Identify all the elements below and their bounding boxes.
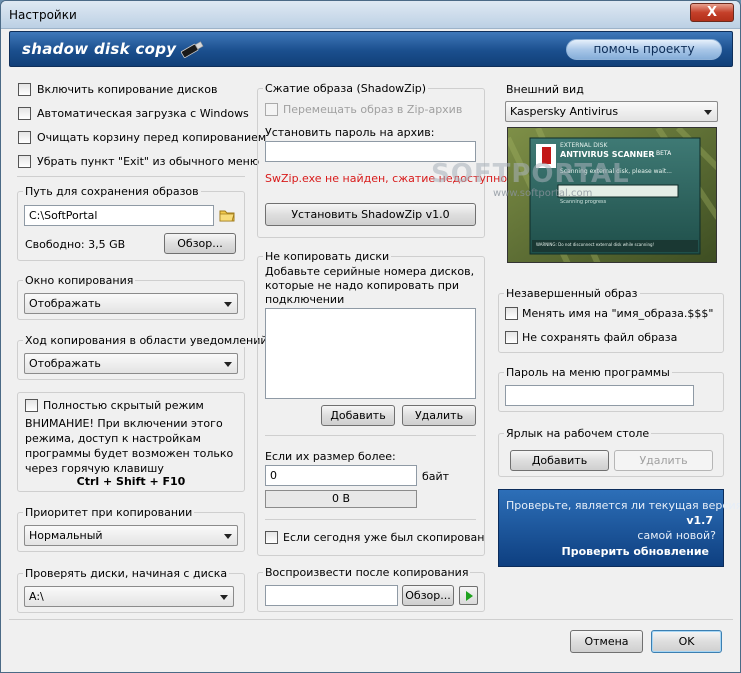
serial-numbers-list[interactable] bbox=[265, 308, 476, 399]
sound-browse-button[interactable]: Обзор... bbox=[402, 585, 454, 606]
no-copy-description: Добавьте серийные номера дисков, которые… bbox=[265, 265, 475, 306]
preview-beta: BETA bbox=[656, 150, 672, 157]
shortcut-remove-button[interactable]: Удалить bbox=[614, 450, 713, 471]
hidden-mode-hotkey: Ctrl + Shift + F10 bbox=[76, 475, 186, 488]
serial-add-button[interactable]: Добавить bbox=[321, 405, 395, 426]
enable-copy-label: Включить копирование дисков bbox=[37, 83, 218, 96]
play-icon[interactable] bbox=[459, 586, 478, 605]
clear-recycle-checkbox[interactable] bbox=[18, 131, 31, 144]
cancel-button[interactable]: Отмена bbox=[570, 630, 643, 653]
dont-save-incomplete-label: Не сохранять файл образа bbox=[522, 331, 678, 344]
size-limit-input[interactable]: 0 bbox=[265, 465, 417, 486]
appearance-title: Внешний вид bbox=[506, 83, 584, 96]
check-update-button[interactable]: Проверить обновление bbox=[562, 545, 709, 558]
play-after-title: Воспроизвести после копирования bbox=[263, 566, 471, 579]
preview-small-title: EXTERNAL DISK bbox=[560, 142, 608, 149]
size-limit-label: Если их размер более: bbox=[265, 450, 396, 463]
window-title: Настройки bbox=[9, 8, 77, 22]
usb-drive-icon bbox=[180, 41, 204, 58]
priority-select[interactable]: Нормальный bbox=[24, 525, 238, 546]
preview-progress-label: Scanning progress bbox=[560, 199, 607, 205]
hidden-mode-checkbox[interactable] bbox=[25, 399, 38, 412]
shortcut-add-button[interactable]: Добавить bbox=[510, 450, 609, 471]
chevron-down-icon bbox=[224, 302, 232, 307]
incomplete-group: Незавершенный образ bbox=[498, 287, 724, 353]
dont-save-incomplete-checkbox[interactable] bbox=[505, 331, 518, 344]
tray-progress-select[interactable]: Отображать bbox=[24, 353, 238, 374]
priority-value: Нормальный bbox=[29, 529, 103, 542]
enable-copy-checkbox[interactable] bbox=[18, 83, 31, 96]
check-from-title: Проверять диски, начиная с диска bbox=[23, 567, 230, 580]
size-unit-label: байт bbox=[422, 470, 450, 483]
app-logo: shadow disk copy bbox=[22, 40, 177, 58]
free-space-label: Свободно: 3,5 GB bbox=[25, 238, 126, 251]
close-button[interactable]: X bbox=[690, 3, 734, 22]
menu-password-title: Пароль на меню программы bbox=[504, 366, 672, 379]
update-question: Проверьте, является ли текущая версия bbox=[506, 499, 741, 512]
copy-window-select[interactable]: Отображать bbox=[24, 293, 238, 314]
clear-recycle-label: Очищать корзину перед копированием bbox=[37, 131, 267, 144]
preview-main-title: ANTIVIRUS SCANNER bbox=[560, 150, 655, 159]
remove-exit-checkbox[interactable] bbox=[18, 155, 31, 168]
incomplete-title: Незавершенный образ bbox=[504, 287, 640, 300]
watermark-logo: SOFTPORTAL bbox=[431, 159, 630, 189]
settings-window: Настройки X shadow disk copy помочь прое… bbox=[0, 0, 741, 673]
title-bar[interactable]: Настройки X bbox=[1, 1, 740, 29]
save-path-input[interactable]: C:\SoftPortal bbox=[24, 205, 214, 226]
size-display: 0 B bbox=[265, 490, 417, 508]
serial-remove-button[interactable]: Удалить bbox=[402, 405, 476, 426]
rename-incomplete-checkbox[interactable] bbox=[505, 307, 518, 320]
priority-title: Приоритет при копировании bbox=[23, 506, 195, 519]
already-copied-checkbox[interactable] bbox=[265, 531, 278, 544]
copy-window-value: Отображать bbox=[29, 297, 101, 310]
ok-button[interactable]: OK bbox=[651, 630, 722, 653]
menu-password-input[interactable] bbox=[505, 385, 694, 406]
tray-progress-title: Ход копирования в области уведомлений bbox=[23, 334, 270, 347]
hidden-mode-label: Полностью скрытый режим bbox=[43, 399, 204, 412]
install-shadowzip-button[interactable]: Установить ShadowZip v1.0 bbox=[265, 203, 476, 226]
move-to-zip-label: Перемещать образ в Zip-архив bbox=[283, 103, 463, 116]
rename-incomplete-label: Менять имя на "имя_образа.$$$" bbox=[522, 307, 714, 320]
help-project-button[interactable]: помочь проекту bbox=[566, 39, 722, 60]
shadowzip-title: Сжатие образа (ShadowZip) bbox=[263, 82, 429, 95]
hidden-mode-warning: ВНИМАНИЕ! При включении этого режима, до… bbox=[25, 417, 234, 475]
divider bbox=[17, 176, 245, 177]
watermark-url: www.softportal.com bbox=[493, 188, 593, 199]
chevron-down-icon bbox=[220, 595, 228, 600]
save-path-browse-button[interactable]: Обзор... bbox=[164, 233, 236, 254]
divider bbox=[265, 519, 476, 520]
remove-exit-label: Убрать пункт "Exit" из обычного меню bbox=[37, 155, 260, 168]
save-path-title: Путь для сохранения образов bbox=[23, 185, 201, 198]
check-from-select[interactable]: A:\ bbox=[24, 586, 234, 607]
chevron-down-icon bbox=[704, 110, 712, 115]
archive-password-label: Установить пароль на архив: bbox=[265, 126, 435, 139]
divider bbox=[265, 435, 476, 436]
footer-divider bbox=[9, 619, 733, 620]
update-version: v1.7 bbox=[686, 514, 713, 527]
check-from-value: A:\ bbox=[29, 590, 44, 603]
tray-progress-value: Отображать bbox=[29, 357, 101, 370]
appearance-value: Kaspersky Antivirus bbox=[510, 105, 619, 118]
preview-warning: WARNING: Do not disconnect external disk… bbox=[536, 242, 655, 247]
no-copy-title: Не копировать диски bbox=[263, 250, 392, 263]
appearance-select[interactable]: Kaspersky Antivirus bbox=[505, 101, 718, 122]
chevron-down-icon bbox=[224, 362, 232, 367]
folder-icon[interactable] bbox=[218, 206, 236, 224]
sound-file-input[interactable] bbox=[265, 585, 398, 606]
already-copied-label: Если сегодня уже был скопирован bbox=[283, 531, 485, 544]
app-banner: shadow disk copy помочь проекту bbox=[9, 31, 733, 67]
copy-window-title: Окно копирования bbox=[23, 274, 136, 287]
autoload-checkbox[interactable] bbox=[18, 107, 31, 120]
chevron-down-icon bbox=[224, 534, 232, 539]
update-panel: Проверьте, является ли текущая версия v1… bbox=[498, 489, 740, 567]
desktop-shortcut-title: Ярлык на рабочем столе bbox=[504, 427, 652, 440]
autoload-label: Автоматическая загрузка с Windows bbox=[37, 107, 249, 120]
update-latest: самой новой? bbox=[637, 529, 716, 542]
move-to-zip-checkbox[interactable] bbox=[265, 103, 278, 116]
